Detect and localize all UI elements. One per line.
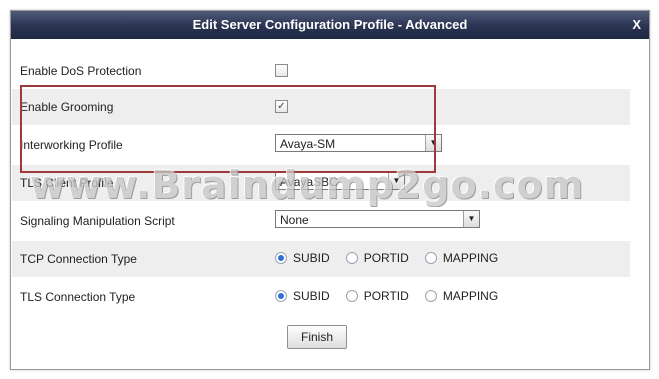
chevron-down-icon[interactable]: ▼ bbox=[425, 135, 441, 151]
enable-dos-checkbox[interactable] bbox=[275, 64, 288, 77]
tls-client-profile-value: AvayaSBC bbox=[280, 175, 338, 189]
tls-radio-subid[interactable]: SUBID bbox=[275, 289, 330, 303]
tcp-connection-type-radios: SUBID PORTID MAPPING bbox=[275, 251, 514, 265]
tcp-radio-mapping[interactable]: MAPPING bbox=[424, 251, 499, 265]
tcp-connection-type-label: TCP Connection Type bbox=[20, 252, 137, 266]
tls-connection-type-label: TLS Connection Type bbox=[20, 290, 136, 304]
tls-option-label: PORTID bbox=[363, 289, 409, 303]
row-interworking-profile: Interworking Profile Avaya-SM ▼ bbox=[12, 127, 630, 163]
row-signaling-manipulation: Signaling Manipulation Script None ▼ bbox=[12, 203, 630, 239]
tls-radio-portid[interactable]: PORTID bbox=[345, 289, 409, 303]
tcp-radio-portid[interactable]: PORTID bbox=[345, 251, 409, 265]
dialog-title: Edit Server Configuration Profile - Adva… bbox=[192, 17, 468, 32]
interworking-profile-label: Interworking Profile bbox=[20, 138, 123, 152]
close-icon[interactable]: X bbox=[632, 11, 641, 39]
row-enable-grooming: Enable Grooming ✓ bbox=[12, 89, 630, 125]
tls-radio-mapping[interactable]: MAPPING bbox=[424, 289, 499, 303]
signaling-manipulation-value: None bbox=[280, 213, 309, 227]
row-tls-connection-type: TLS Connection Type SUBID PORTID MAPPING bbox=[12, 279, 630, 315]
radio-icon bbox=[424, 290, 437, 302]
radio-selected-icon bbox=[275, 252, 287, 264]
tcp-option-label: SUBID bbox=[293, 251, 330, 265]
dialog-title-bar: Edit Server Configuration Profile - Adva… bbox=[11, 11, 649, 39]
signaling-manipulation-label: Signaling Manipulation Script bbox=[20, 214, 175, 228]
tls-option-label: SUBID bbox=[293, 289, 330, 303]
tls-connection-type-radios: SUBID PORTID MAPPING bbox=[275, 289, 514, 303]
interworking-profile-select[interactable]: Avaya-SM ▼ bbox=[275, 134, 442, 152]
chevron-down-icon[interactable]: ▼ bbox=[463, 211, 479, 227]
interworking-profile-value: Avaya-SM bbox=[280, 137, 336, 151]
finish-button[interactable]: Finish bbox=[287, 325, 347, 349]
tls-client-profile-select[interactable]: AvayaSBC ▼ bbox=[275, 172, 405, 190]
tls-option-label: MAPPING bbox=[442, 289, 499, 303]
radio-icon bbox=[424, 252, 437, 264]
enable-dos-label: Enable DoS Protection bbox=[20, 64, 142, 78]
tcp-option-label: MAPPING bbox=[442, 251, 499, 265]
row-enable-dos: Enable DoS Protection bbox=[12, 53, 630, 89]
enable-grooming-checkbox[interactable]: ✓ bbox=[275, 100, 288, 113]
radio-selected-icon bbox=[275, 290, 287, 302]
radio-icon bbox=[345, 290, 358, 302]
signaling-manipulation-select[interactable]: None ▼ bbox=[275, 210, 480, 228]
tcp-option-label: PORTID bbox=[363, 251, 409, 265]
chevron-down-icon[interactable]: ▼ bbox=[388, 173, 404, 189]
enable-grooming-label: Enable Grooming bbox=[20, 100, 114, 114]
tcp-radio-subid[interactable]: SUBID bbox=[275, 251, 330, 265]
tls-client-profile-label: TLS Client Profile bbox=[20, 176, 114, 190]
row-tls-client-profile: TLS Client Profile AvayaSBC ▼ bbox=[12, 165, 630, 201]
row-tcp-connection-type: TCP Connection Type SUBID PORTID MAPPING bbox=[12, 241, 630, 277]
radio-icon bbox=[345, 252, 358, 264]
